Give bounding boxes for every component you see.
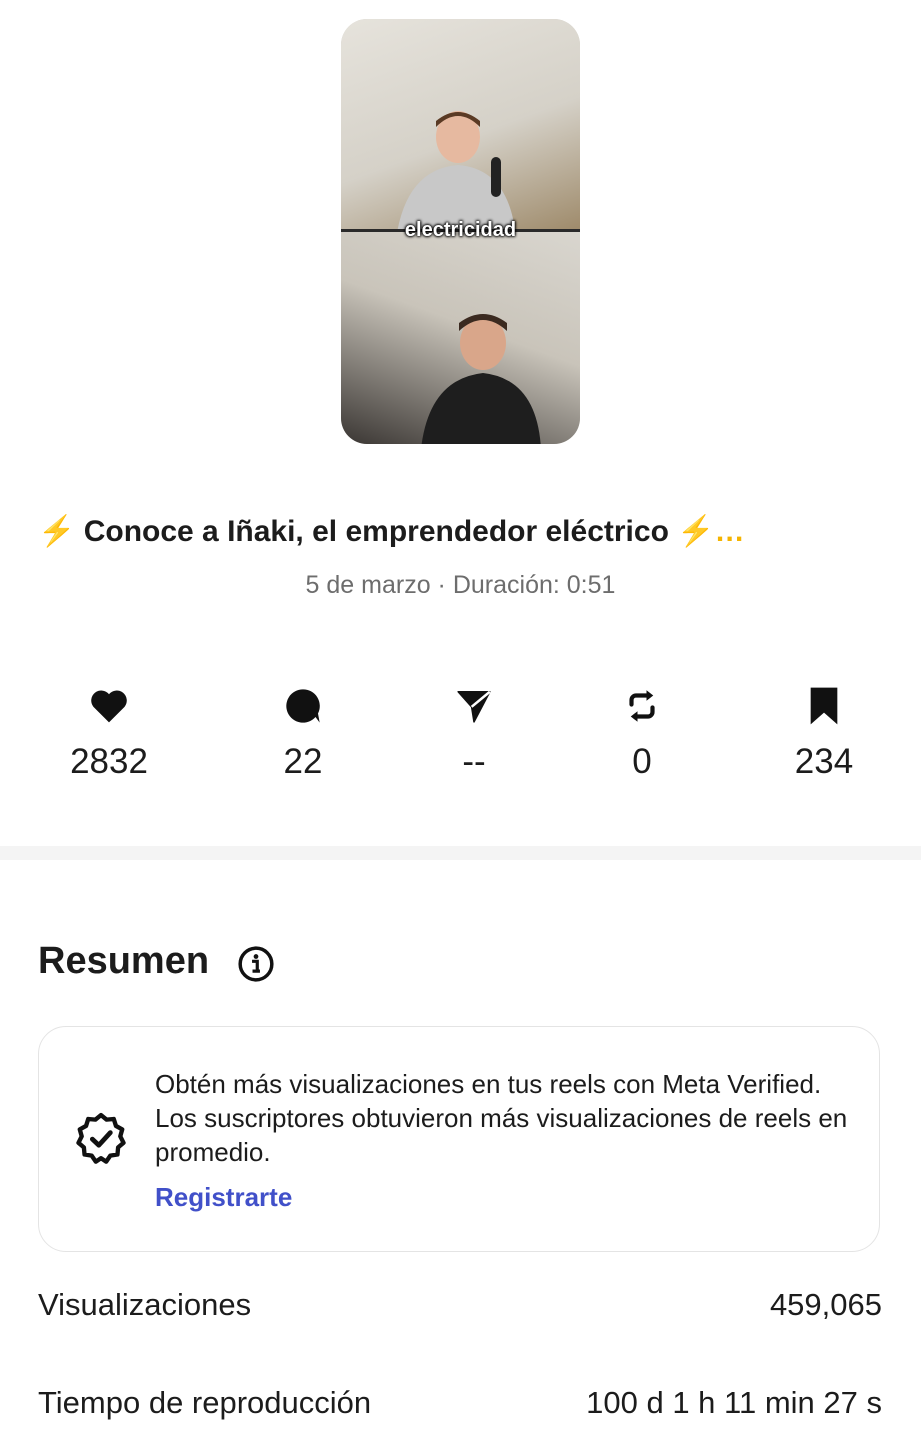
lightning-ellipsis: ⚡… <box>677 515 745 548</box>
repost-icon <box>629 689 655 722</box>
heart-icon <box>91 690 127 722</box>
stat-likes: 2832 <box>29 683 189 782</box>
comment-icon <box>286 688 320 723</box>
bookmark-icon <box>810 687 838 724</box>
register-link[interactable]: Registrarte <box>155 1182 292 1213</box>
metric-row-views: Visualizaciones 459,065 <box>38 1287 882 1323</box>
metric-value: 459,065 <box>769 1287 882 1322</box>
lightning-icon: ⚡ <box>38 515 76 548</box>
reel-title: ⚡ Conoce a Iñaki, el emprendedor eléctri… <box>38 514 888 549</box>
metric-value: 100 d 1 h 11 min 27 s <box>586 1385 882 1420</box>
reel-meta: 5 de marzo · Duración: 0:51 <box>305 571 616 599</box>
stat-comments: 22 <box>223 683 383 782</box>
likes-count: 2832 <box>70 742 148 781</box>
summary-heading: Resumen <box>38 940 210 982</box>
caption-overlay: electricidad <box>404 219 517 241</box>
metric-row-watch-time: Tiempo de reproducción 100 d 1 h 11 min … <box>38 1385 882 1421</box>
promo-text: Obtén más visualizaciones en tus reels c… <box>155 1069 848 1167</box>
section-divider <box>0 846 921 860</box>
comments-count: 22 <box>283 742 323 781</box>
metric-label: Tiempo de reproducción <box>38 1385 372 1420</box>
stat-shares: -- <box>394 683 554 782</box>
thumbnail-bottom-scene <box>341 231 580 444</box>
reposts-count: 0 <box>632 742 652 781</box>
stat-reposts: 0 <box>562 683 722 782</box>
shares-count: -- <box>462 742 486 781</box>
reel-title-text: Conoce a Iñaki, el emprendedor eléctrico <box>83 515 669 548</box>
reel-thumbnail[interactable]: electricidad <box>341 19 580 444</box>
person-image <box>421 314 541 444</box>
thumbnail-top-scene <box>341 19 580 239</box>
info-icon[interactable] <box>237 945 275 983</box>
send-icon <box>457 690 491 723</box>
meta-verified-promo-card: Obtén más visualizaciones en tus reels c… <box>38 1026 880 1252</box>
metric-label: Visualizaciones <box>38 1287 252 1322</box>
stat-saves: 234 <box>744 683 904 782</box>
verified-badge-icon <box>76 1112 126 1164</box>
saves-count: 234 <box>794 742 854 781</box>
